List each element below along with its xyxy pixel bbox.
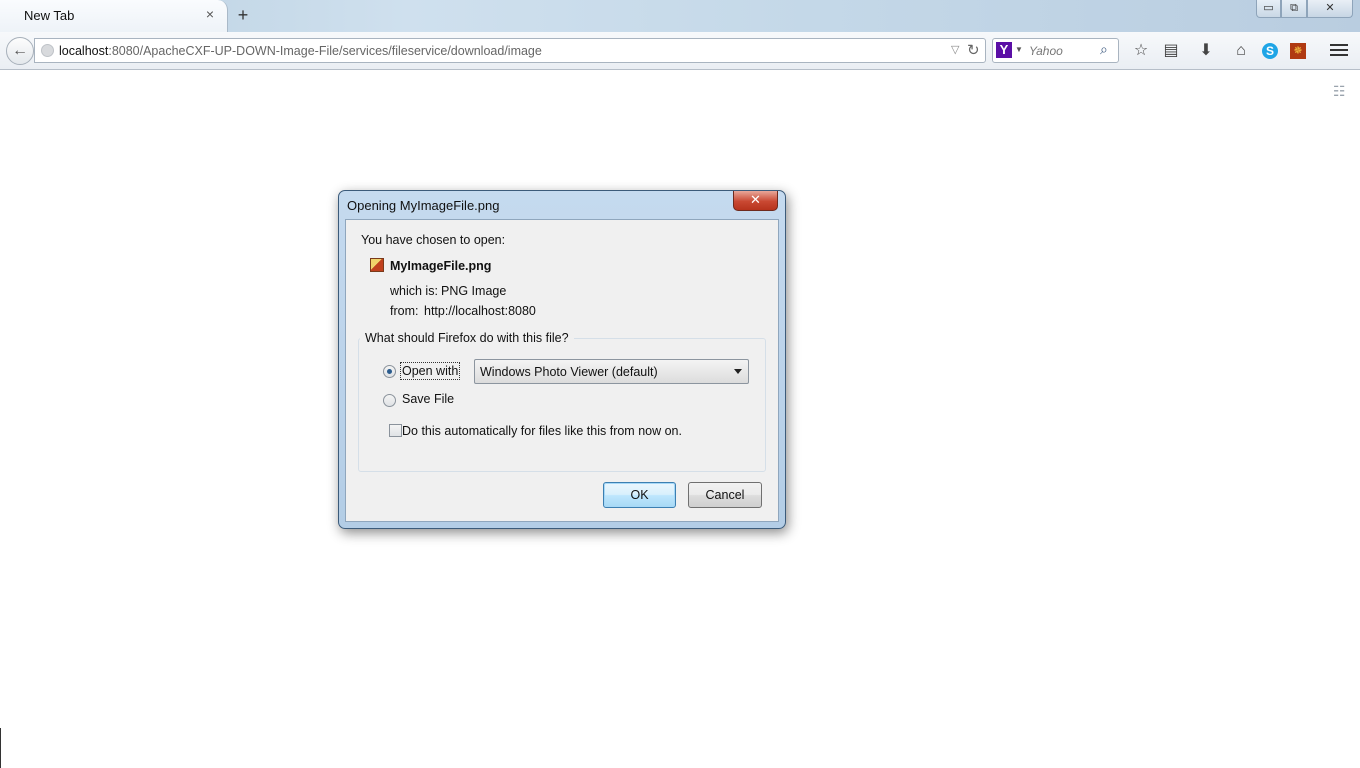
url-bar[interactable]: localhost:8080/ApacheCXF-UP-DOWN-Image-F…	[34, 38, 986, 63]
url-text[interactable]: localhost:8080/ApacheCXF-UP-DOWN-Image-F…	[59, 44, 542, 58]
close-icon: ✕	[750, 192, 761, 207]
search-placeholder[interactable]: Yahoo	[1029, 44, 1063, 58]
open-with-radio[interactable]	[383, 365, 396, 378]
window-close-button[interactable]: ✕	[1307, 0, 1353, 18]
png-file-icon	[370, 258, 384, 272]
which-is-label: which is:	[390, 284, 438, 298]
search-icon[interactable]: ⌕	[1100, 41, 1108, 58]
yahoo-icon[interactable]: Y	[996, 42, 1012, 58]
open-with-label[interactable]: Open with	[399, 362, 461, 380]
extension-icon[interactable]: ✵	[1290, 43, 1306, 59]
menu-icon[interactable]	[1330, 42, 1348, 58]
action-question: What should Firefox do with this file?	[360, 331, 574, 345]
chevron-down-icon	[734, 369, 742, 374]
tab-close-icon[interactable]: ×	[203, 7, 217, 21]
open-with-app-select[interactable]: Windows Photo Viewer (default)	[474, 359, 749, 384]
history-dropdown-icon[interactable]: ▽	[951, 43, 959, 56]
dialog-title: Opening MyImageFile.png	[347, 198, 500, 213]
new-tab-button[interactable]: +	[234, 5, 252, 25]
home-icon[interactable]: ⌂	[1231, 41, 1251, 61]
cancel-button[interactable]: Cancel	[688, 482, 762, 508]
auto-action-label[interactable]: Do this automatically for files like thi…	[402, 424, 682, 438]
auto-action-checkbox[interactable]	[389, 424, 402, 437]
file-type-value: PNG Image	[441, 284, 507, 298]
open-file-dialog: Opening MyImageFile.png ✕ You have chose…	[338, 190, 786, 529]
source-url-value: http://localhost:8080	[424, 304, 536, 318]
from-label: from:	[390, 304, 419, 318]
dialog-close-button[interactable]: ✕	[733, 191, 778, 211]
edge-divider	[0, 728, 1, 768]
apps-grid-icon[interactable]: ☷	[1333, 84, 1347, 98]
dialog-body: You have chosen to open: MyImageFile.png…	[345, 219, 779, 522]
intro-text: You have chosen to open:	[361, 233, 506, 247]
minimize-button[interactable]: ▭	[1256, 0, 1281, 18]
bookmark-star-icon[interactable]: ☆	[1131, 41, 1151, 61]
tab-title: New Tab	[24, 8, 75, 23]
search-engine-dropdown-icon[interactable]: ▼	[1015, 45, 1023, 54]
reload-icon[interactable]: ↻	[967, 41, 980, 59]
open-with-app-value: Windows Photo Viewer (default)	[480, 365, 658, 379]
url-host: localhost	[59, 44, 109, 58]
url-path: :8080/ApacheCXF-UP-DOWN-Image-File/servi…	[108, 44, 542, 58]
save-file-radio[interactable]	[383, 394, 396, 407]
skype-icon[interactable]: S	[1262, 43, 1278, 59]
back-button[interactable]: ←	[6, 37, 34, 65]
save-file-label[interactable]: Save File	[402, 392, 454, 406]
navigation-toolbar: ← localhost:8080/ApacheCXF-UP-DOWN-Image…	[0, 32, 1360, 70]
search-bar[interactable]: Y ▼ Yahoo ⌕	[992, 38, 1119, 63]
restore-button[interactable]: ⧉	[1281, 0, 1307, 18]
back-icon: ←	[12, 42, 28, 59]
reading-list-icon[interactable]: ▤	[1161, 41, 1181, 61]
file-name: MyImageFile.png	[390, 259, 492, 273]
tab-new-tab[interactable]: New Tab ×	[0, 0, 228, 32]
download-icon[interactable]: ⬇	[1196, 41, 1216, 61]
site-identity-icon[interactable]	[41, 44, 54, 57]
ok-button[interactable]: OK	[603, 482, 676, 508]
title-bar: New Tab × + ▭ ⧉ ✕	[0, 0, 1360, 32]
